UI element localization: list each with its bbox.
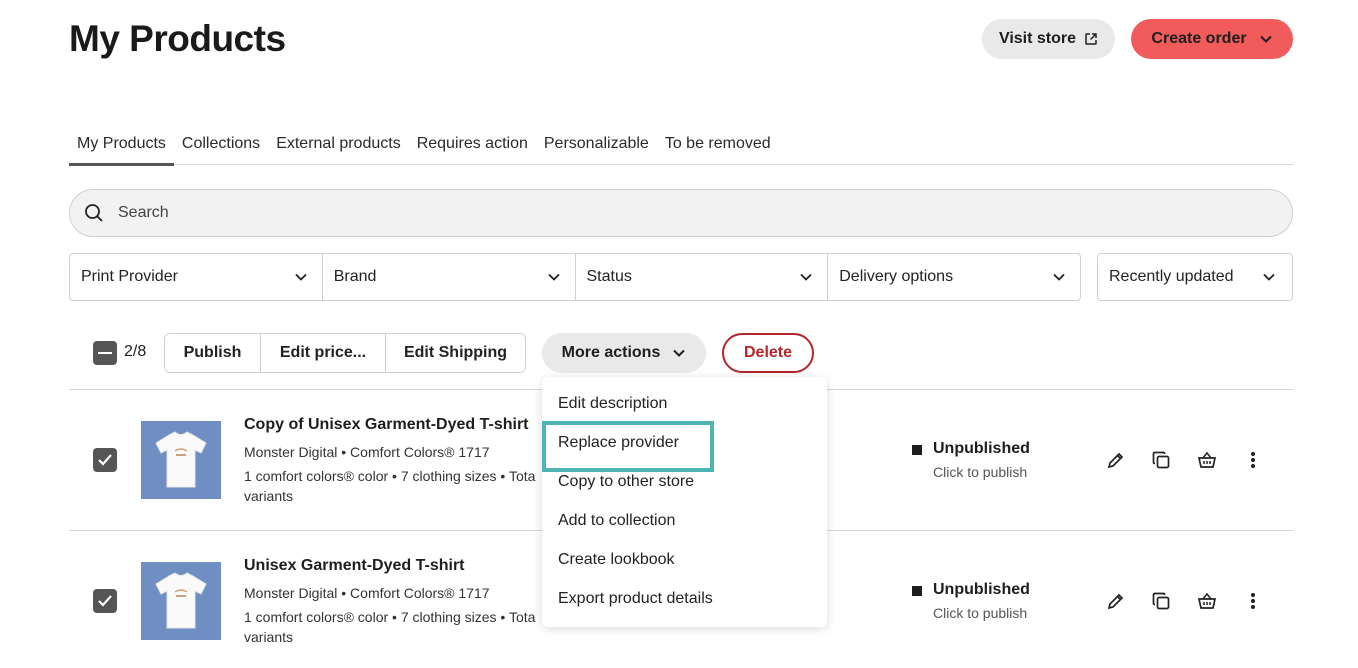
external-link-icon [1084,32,1098,46]
filter-brand[interactable]: Brand [323,254,576,300]
chevron-down-icon [294,272,308,282]
tab-external-products[interactable]: External products [268,132,409,165]
selected-count: 2/8 [124,343,147,360]
chevron-down-icon [672,348,686,358]
edit-price-button[interactable]: Edit price... [261,334,386,372]
tab-to-be-removed[interactable]: To be removed [657,132,779,165]
delete-button[interactable]: Delete [722,333,814,373]
search-icon [84,203,104,223]
tab-collections[interactable]: Collections [174,132,268,165]
status-indicator [912,586,922,596]
copy-icon[interactable] [1149,448,1173,472]
more-actions-button[interactable]: More actions [542,333,706,373]
filter-status[interactable]: Status [576,254,829,300]
create-order-label: Create order [1151,30,1247,47]
menu-item-replace-provider[interactable]: Replace provider [542,421,827,472]
row-checkbox[interactable] [93,448,117,472]
row-checkbox[interactable] [93,589,117,613]
menu-item-edit-description[interactable]: Edit description [542,384,827,423]
basket-icon[interactable] [1195,589,1219,613]
product-tabs: My Products Collections External product… [69,132,1293,166]
tab-my-products[interactable]: My Products [69,132,174,166]
product-title[interactable]: Unisex Garment-Dyed T-shirt [244,557,465,575]
publish-button[interactable]: Publish [165,334,261,372]
menu-item-export-product-details[interactable]: Export product details [542,579,827,618]
menu-item-add-to-collection[interactable]: Add to collection [542,501,827,540]
filter-label: Delivery options [839,268,954,285]
bulk-action-group: Publish Edit price... Edit Shipping [164,333,526,373]
product-provider: Monster Digital • Comfort Colors® 1717 [244,444,490,460]
select-all-checkbox[interactable] [93,341,117,365]
search-input[interactable]: Search [69,189,1293,237]
create-order-button[interactable]: Create order [1131,19,1293,59]
publish-link[interactable]: Click to publish [933,605,1027,621]
visit-store-label: Visit store [998,30,1077,47]
basket-icon[interactable] [1195,448,1219,472]
filter-label: Status [586,268,632,285]
edit-shipping-button[interactable]: Edit Shipping [386,334,525,372]
sort-select[interactable]: Recently updated [1097,253,1293,301]
product-thumbnail[interactable] [141,421,221,499]
chevron-down-icon [1262,272,1276,282]
filter-label: Brand [333,268,377,285]
publish-link[interactable]: Click to publish [933,464,1027,480]
product-variants: 1 comfort colors® color • 7 clothing siz… [244,609,536,645]
search-placeholder: Search [118,204,169,221]
tab-personalizable[interactable]: Personalizable [536,132,657,165]
chevron-down-icon [1052,272,1066,282]
vertical-dots-icon[interactable] [1241,448,1265,472]
pencil-icon[interactable] [1104,589,1128,613]
more-actions-label: More actions [561,344,661,361]
more-actions-menu: Edit description Replace provider Copy t… [542,377,827,627]
sort-label: Recently updated [1109,268,1234,285]
product-thumbnail[interactable] [141,562,221,640]
copy-icon[interactable] [1149,589,1173,613]
visit-store-button[interactable]: Visit store [982,19,1115,59]
product-provider: Monster Digital • Comfort Colors® 1717 [244,585,490,601]
page-title: My Products [69,18,286,59]
chevron-down-icon [799,272,813,282]
status-label: Unpublished [933,581,1030,598]
pencil-icon[interactable] [1104,448,1128,472]
tab-requires-action[interactable]: Requires action [409,132,536,165]
filter-bar: Print Provider Brand Status Delivery opt… [69,253,1081,301]
chevron-down-icon [1259,34,1273,44]
status-indicator [912,445,922,455]
filter-print-provider[interactable]: Print Provider [70,254,323,300]
product-title[interactable]: Copy of Unisex Garment-Dyed T-shirt [244,416,529,434]
filter-delivery-options[interactable]: Delivery options [828,254,1080,300]
product-variants: 1 comfort colors® color • 7 clothing siz… [244,468,536,504]
chevron-down-icon [547,272,561,282]
vertical-dots-icon[interactable] [1241,589,1265,613]
filter-label: Print Provider [81,268,178,285]
status-label: Unpublished [933,440,1030,457]
menu-item-create-lookbook[interactable]: Create lookbook [542,540,827,579]
